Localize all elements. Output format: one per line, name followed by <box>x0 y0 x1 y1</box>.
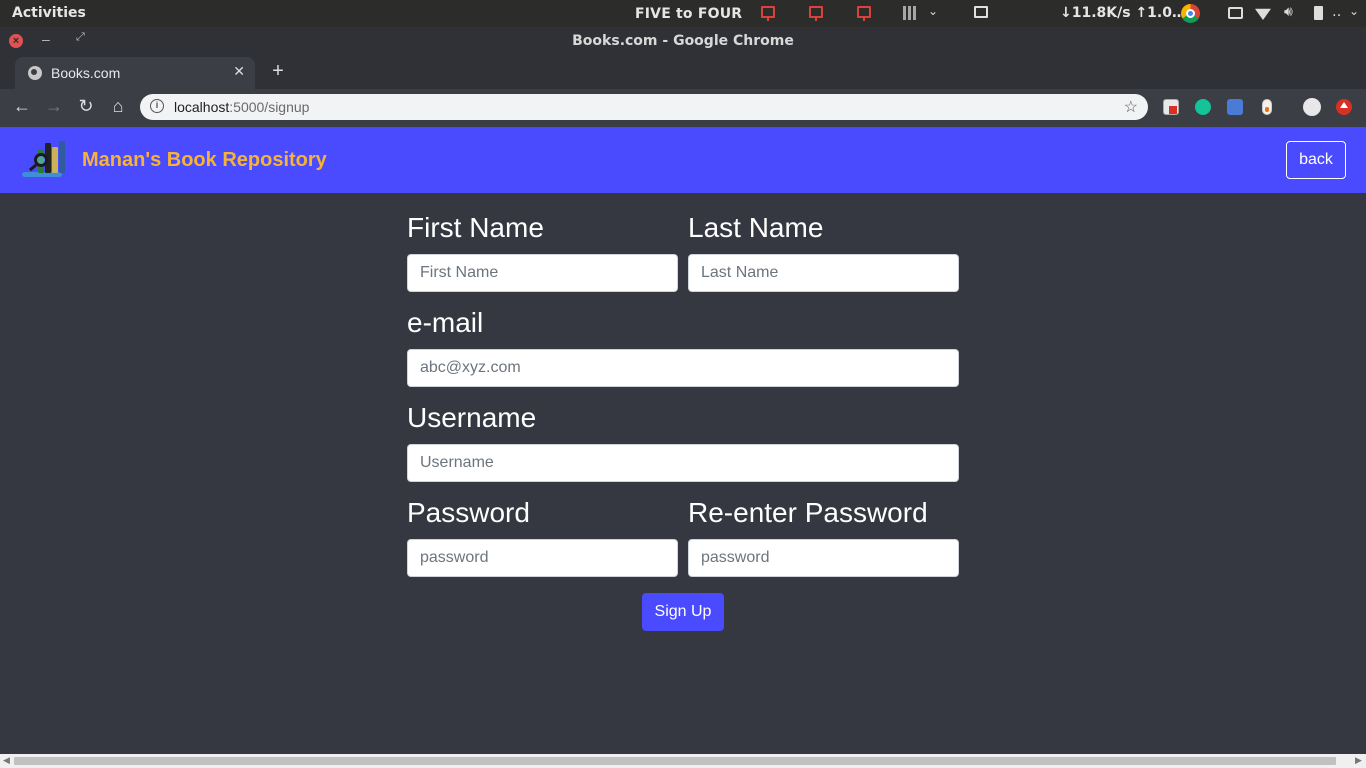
first-name-input[interactable] <box>407 254 678 292</box>
grammarly-icon[interactable] <box>1195 99 1211 115</box>
reenter-password-input[interactable] <box>688 539 959 577</box>
window-title-bar: × – ⤢ Books.com - Google Chrome <box>0 27 1366 55</box>
extension-icon[interactable] <box>1163 99 1179 115</box>
globe-icon <box>28 66 42 80</box>
system-menu-more[interactable]: ‥ <box>1332 4 1341 20</box>
address-bar[interactable]: i localhost:5000/signup ☆ <box>140 94 1148 120</box>
system-top-bar: Activities FIVE to FOUR ⌄ ↓11.8K/s ↑1.0…… <box>0 0 1366 27</box>
tab-strip: Books.com ✕ + <box>0 55 1366 89</box>
back-arrow-icon[interactable]: ← <box>11 96 33 117</box>
window-title: Books.com - Google Chrome <box>572 33 794 49</box>
username-input[interactable] <box>407 444 959 482</box>
translate-icon[interactable] <box>1227 99 1243 115</box>
password-label: Password <box>407 497 530 528</box>
tab-title: Books.com <box>51 65 121 81</box>
url-text[interactable]: localhost:5000/signup <box>174 99 309 115</box>
volume-icon[interactable]: 🔊︎ <box>1284 4 1298 20</box>
home-icon[interactable]: ⌂ <box>107 96 129 117</box>
extension-icon[interactable] <box>1262 99 1272 115</box>
site-navbar: Manan's Book Repository back <box>0 127 1366 193</box>
scrollbar-thumb[interactable] <box>14 757 1336 765</box>
last-name-input[interactable] <box>688 254 959 292</box>
chevron-down-icon[interactable]: ⌄ <box>1349 4 1359 18</box>
browser-tab[interactable]: Books.com ✕ <box>15 57 255 89</box>
sign-up-button[interactable]: Sign Up <box>642 593 724 631</box>
horizontal-scrollbar[interactable]: ◀ ▶ <box>0 754 1366 768</box>
monitor-icon[interactable] <box>974 6 988 18</box>
scroll-left-icon[interactable]: ◀ <box>3 755 10 766</box>
network-speed[interactable]: ↓11.8K/s ↑1.0… <box>1060 5 1186 21</box>
site-brand[interactable]: Manan's Book Repository <box>82 149 327 172</box>
update-icon[interactable] <box>1336 99 1352 115</box>
activities-button[interactable]: Activities <box>12 5 86 21</box>
reload-icon[interactable]: ↻ <box>75 96 97 117</box>
monitor-red-icon[interactable] <box>857 6 871 21</box>
password-input[interactable] <box>407 539 678 577</box>
email-label: e-mail <box>407 307 484 338</box>
info-icon[interactable]: i <box>150 99 164 113</box>
first-name-label: First Name <box>407 212 544 243</box>
browser-toolbar: ← → ↻ ⌂ i localhost:5000/signup ☆ <box>0 89 1366 127</box>
cast-icon[interactable] <box>1228 7 1243 19</box>
tab-close-icon[interactable]: ✕ <box>233 63 245 80</box>
logo-book <box>59 141 65 173</box>
chrome-icon[interactable] <box>1181 4 1200 23</box>
back-button[interactable]: back <box>1286 141 1346 179</box>
url-path: :5000/signup <box>229 99 310 115</box>
wifi-icon[interactable] <box>1255 8 1271 20</box>
logo-book <box>52 147 58 173</box>
battery-icon[interactable] <box>1314 6 1323 20</box>
last-name-label: Last Name <box>688 212 824 243</box>
bookmark-star-icon[interactable]: ☆ <box>1124 97 1138 117</box>
new-tab-button[interactable]: + <box>268 60 288 83</box>
url-host: localhost <box>174 99 230 115</box>
username-label: Username <box>407 402 537 433</box>
grid-icon[interactable] <box>903 6 917 20</box>
book-logo-icon[interactable] <box>20 139 68 177</box>
logo-magnifier-handle <box>28 163 38 172</box>
monitor-red-icon[interactable] <box>761 6 775 21</box>
monitor-red-icon[interactable] <box>809 6 823 21</box>
reenter-password-label: Re-enter Password <box>688 497 928 528</box>
profile-avatar-icon[interactable] <box>1303 98 1321 116</box>
email-input[interactable] <box>407 349 959 387</box>
top-bar-center-text[interactable]: FIVE to FOUR <box>635 6 742 22</box>
chevron-down-icon[interactable]: ⌄ <box>928 4 938 18</box>
forward-arrow-icon[interactable]: → <box>43 96 65 117</box>
scroll-right-icon[interactable]: ▶ <box>1355 755 1362 766</box>
